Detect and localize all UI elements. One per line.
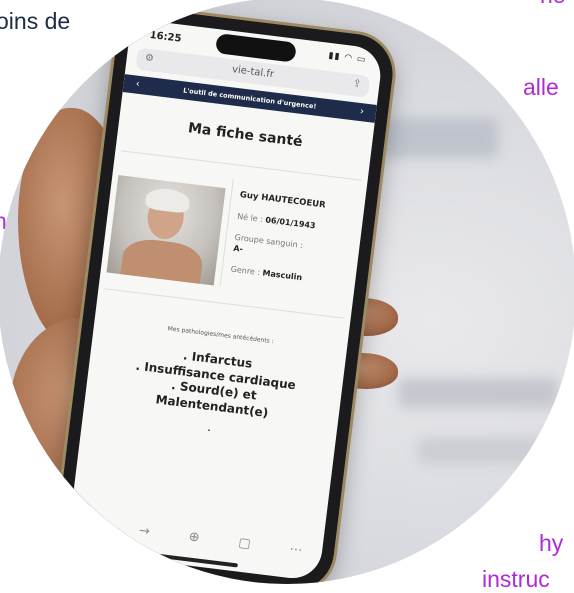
blurred-background-shape <box>398 378 558 408</box>
birth-date-label: Né le : <box>236 211 264 225</box>
smartphone: 16:25 ▮▮ ◠ ▭ ⚙ vie-tal.fr ⇪ ‹ L'outil de… <box>52 5 398 584</box>
share-icon[interactable]: ⇪ <box>352 78 362 90</box>
circular-photo: 16:25 ▮▮ ◠ ▭ ⚙ vie-tal.fr ⇪ ‹ L'outil de… <box>0 0 574 584</box>
background-text: alle <box>523 74 559 100</box>
blurred-background-shape <box>378 118 498 158</box>
status-time: 16:25 <box>149 29 182 45</box>
more-icon[interactable]: ⋯ <box>288 542 304 565</box>
patient-photo <box>106 175 226 286</box>
birth-date: Né le : 06/01/1943 <box>237 212 324 233</box>
patient-details: Guy HAUTECOEUR Né le : 06/01/1943 Groupe… <box>221 179 328 298</box>
birth-date-value: 06/01/1943 <box>264 215 317 231</box>
background-text: ne <box>540 0 566 9</box>
forward-icon[interactable]: → <box>137 523 151 546</box>
gender: Genre : Masculin <box>230 265 317 286</box>
portrait-body <box>118 236 205 286</box>
blood-group: Groupe sanguin : A- <box>233 233 321 264</box>
gender-value: Masculin <box>262 268 303 283</box>
back-icon[interactable]: ← <box>87 517 101 540</box>
background-text: oins de <box>0 8 71 34</box>
background-text: hy <box>539 530 564 556</box>
background-text: instruc <box>482 566 550 592</box>
blood-group-value: A- <box>232 243 244 254</box>
tabs-icon[interactable]: ▢ <box>237 535 251 558</box>
status-icons: ▮▮ ◠ ▭ <box>327 50 367 66</box>
patient-name: Guy HAUTECOEUR <box>239 190 327 211</box>
blood-group-label: Groupe sanguin : <box>234 233 304 251</box>
blurred-background-shape <box>418 438 558 464</box>
new-tab-icon[interactable]: ⊕ <box>187 529 201 552</box>
gender-label: Genre : <box>230 264 261 278</box>
page-title: Ma fiche santé <box>187 120 304 151</box>
patient-info: Guy HAUTECOEUR Né le : 06/01/1943 Groupe… <box>101 164 366 302</box>
phone-screen: 16:25 ▮▮ ◠ ▭ ⚙ vie-tal.fr ⇪ ‹ L'outil de… <box>66 18 384 582</box>
